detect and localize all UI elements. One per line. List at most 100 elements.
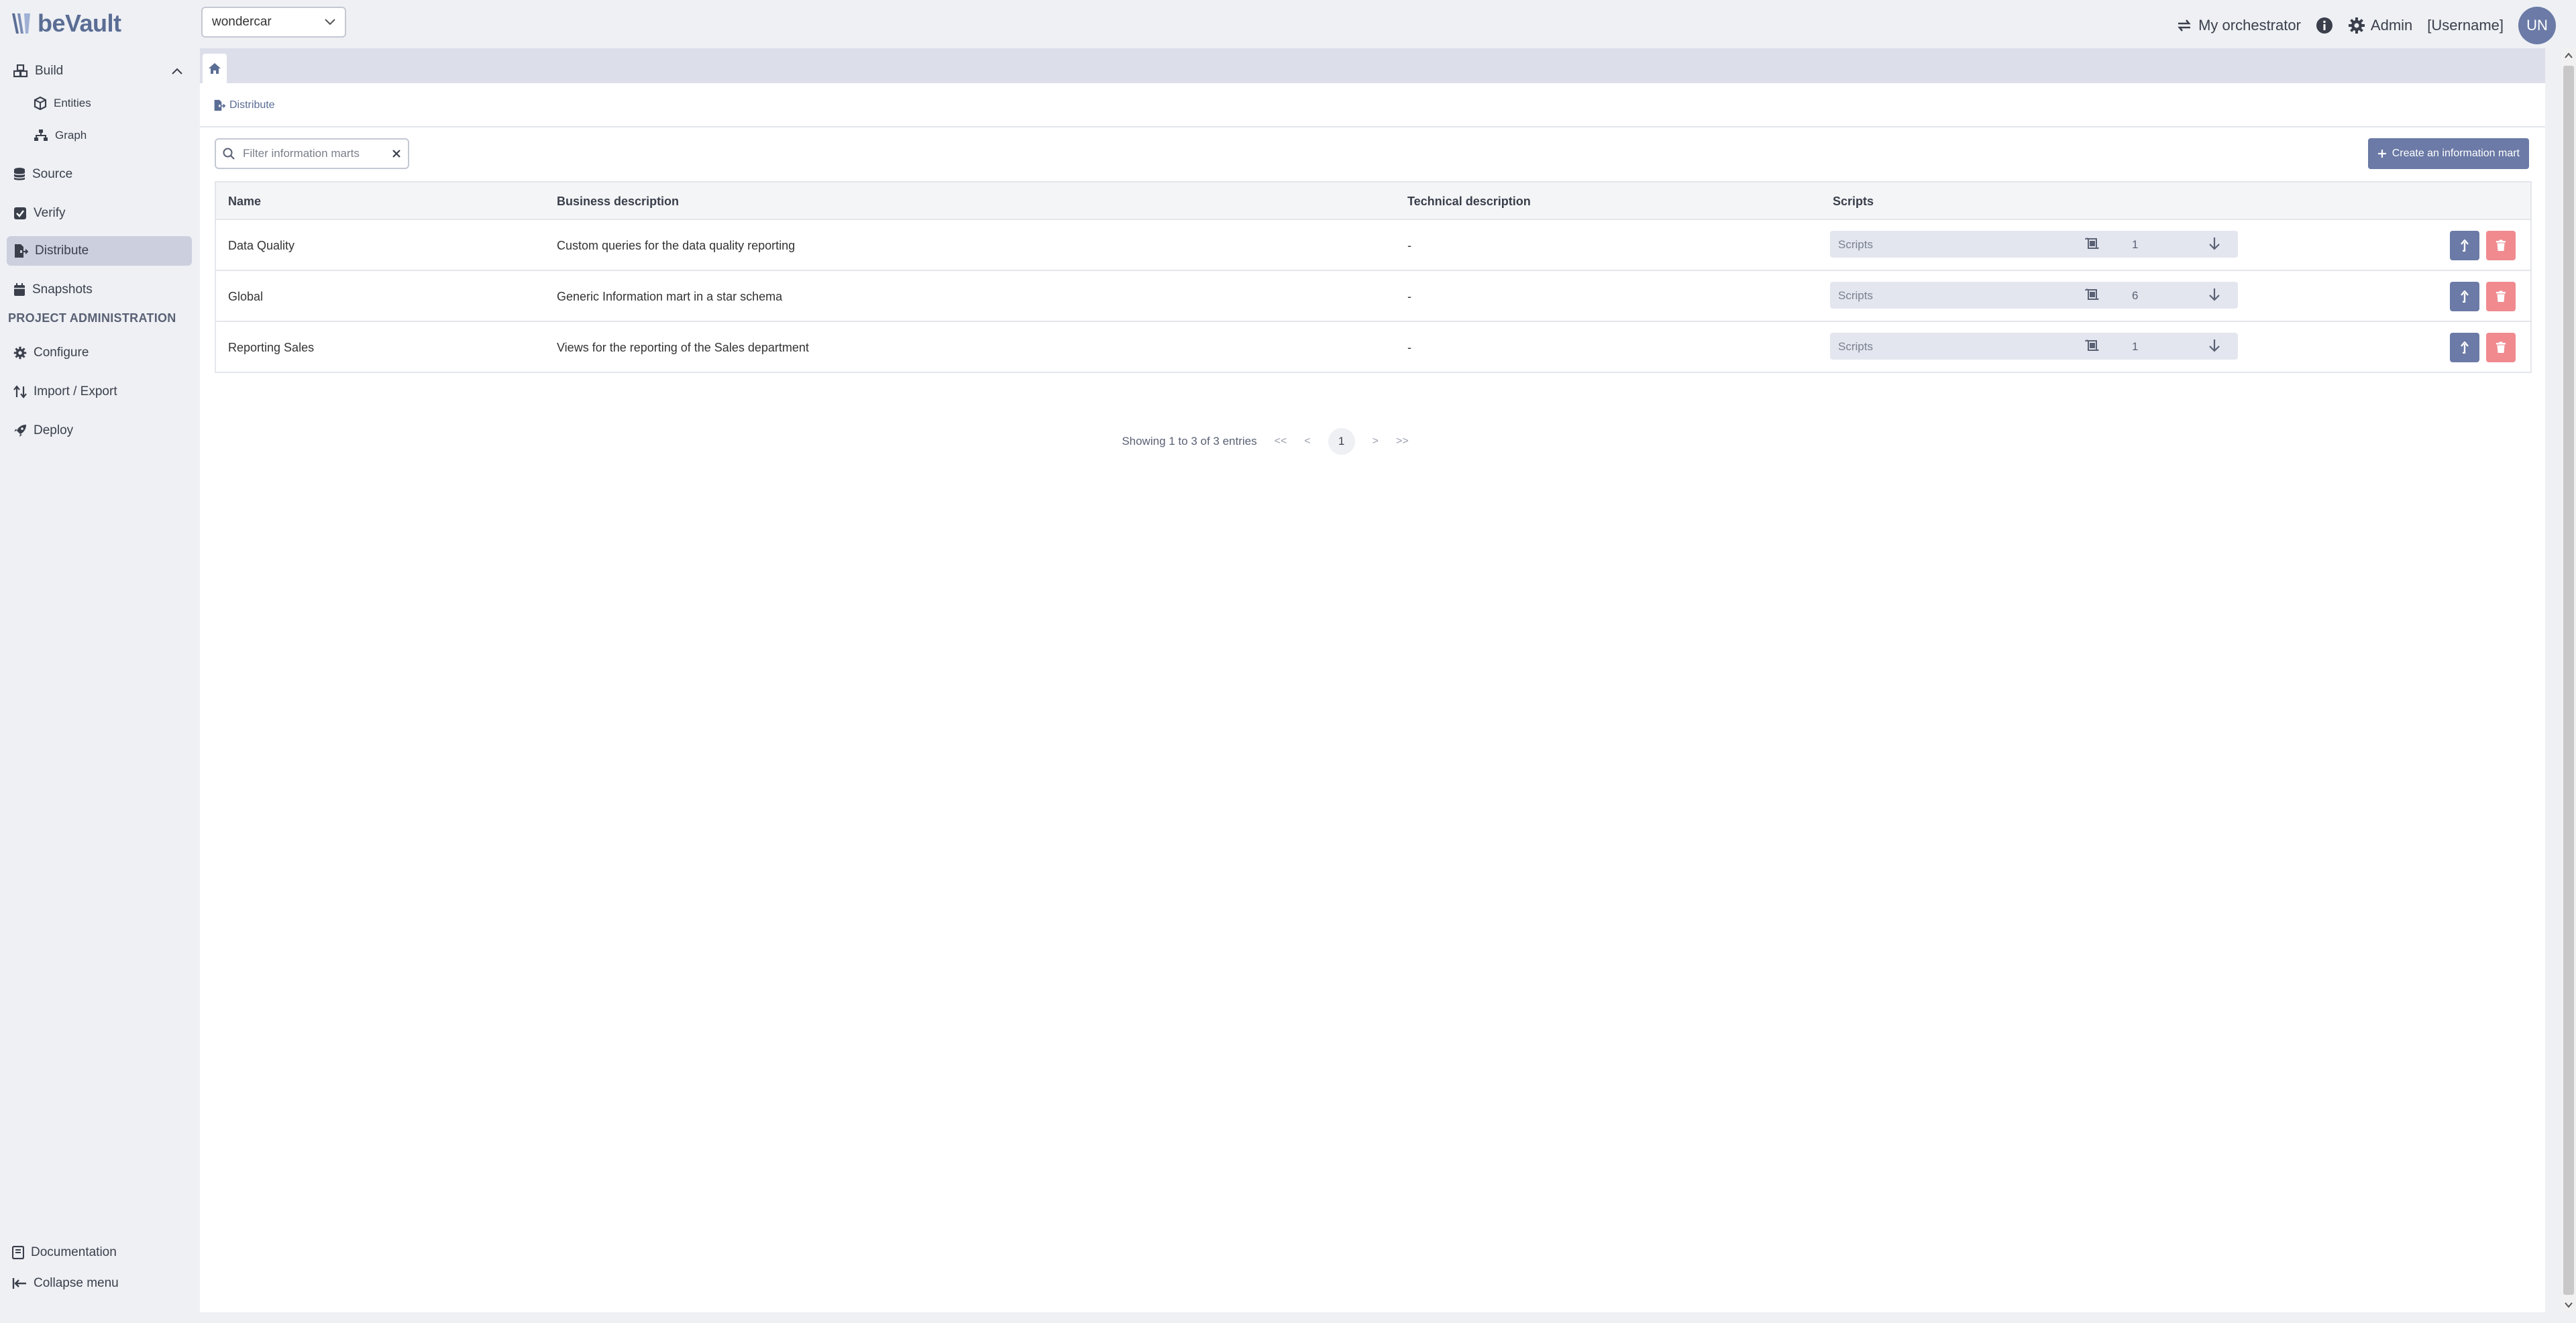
- calendar-icon: [14, 283, 25, 296]
- home-icon: [209, 63, 221, 74]
- download-arrow-icon[interactable]: [2208, 339, 2220, 352]
- sidebar-item-label: Configure: [34, 346, 89, 360]
- deploy-mart-button[interactable]: [2450, 282, 2479, 311]
- header-actions: My orchestrator Admin [Username] UN: [2176, 5, 2556, 46]
- check-square-icon: [14, 207, 26, 219]
- trash-icon: [2496, 240, 2506, 251]
- tab-home[interactable]: [203, 54, 227, 83]
- scrollbar-thumb[interactable]: [2563, 66, 2574, 1295]
- current-page-button[interactable]: 1: [1328, 428, 1355, 455]
- scroll-icon: [2085, 339, 2099, 352]
- sidebar-item-label: Distribute: [35, 244, 89, 258]
- scripts-label: Scripts: [1838, 238, 1873, 251]
- deploy-mart-button[interactable]: [2450, 231, 2479, 260]
- file-export-icon: [214, 99, 225, 111]
- chevron-up-icon[interactable]: [172, 68, 182, 74]
- sidebar-item-label: Entities: [54, 97, 91, 109]
- collapse-left-icon: [12, 1278, 26, 1289]
- sidebar-item-distribute[interactable]: Distribute: [7, 236, 192, 266]
- cell-technical-description: -: [1407, 341, 1411, 354]
- section-heading-project-administration: PROJECT ADMINISTRATION: [8, 311, 176, 325]
- sidebar-item-label: Graph: [55, 129, 87, 142]
- first-page-button[interactable]: <<: [1275, 435, 1287, 447]
- page-scrollbar[interactable]: [2561, 48, 2576, 1312]
- cell-technical-description: -: [1407, 239, 1411, 252]
- trash-icon: [2496, 341, 2506, 353]
- table-row[interactable]: Global Generic Information mart in a sta…: [216, 271, 2530, 322]
- info-icon[interactable]: [2316, 17, 2333, 34]
- project-select[interactable]: wondercar: [201, 7, 346, 38]
- sidebar-item-source[interactable]: Source: [7, 160, 192, 189]
- table-row[interactable]: Reporting Sales Views for the reporting …: [216, 322, 2530, 372]
- sidebar-item-entities[interactable]: Entities: [27, 89, 192, 118]
- delete-mart-button[interactable]: [2486, 282, 2516, 311]
- previous-page-button[interactable]: <: [1304, 435, 1310, 447]
- scroll-up-arrow-icon[interactable]: [2565, 52, 2573, 59]
- project-select-value: wondercar: [212, 15, 272, 29]
- book-icon: [12, 1246, 24, 1259]
- bevault-logo-icon: [12, 13, 30, 34]
- scroll-down-arrow-icon[interactable]: [2565, 1302, 2573, 1308]
- database-icon: [13, 168, 25, 180]
- create-information-mart-button[interactable]: Create an information mart: [2367, 138, 2529, 169]
- admin-label: Admin: [2370, 17, 2413, 34]
- sidebar-item-verify[interactable]: Verify: [7, 199, 192, 228]
- app-logo[interactable]: beVault: [9, 9, 121, 38]
- filter-field: [215, 138, 409, 169]
- filter-input[interactable]: [241, 146, 385, 161]
- sidebar-item-import-export[interactable]: Import / Export: [7, 377, 192, 407]
- column-header-business-description[interactable]: Business description: [557, 195, 679, 209]
- cell-business-description: Generic Information mart in a star schem…: [557, 290, 783, 303]
- admin-link[interactable]: Admin: [2348, 17, 2412, 34]
- documentation-link[interactable]: Documentation: [7, 1245, 117, 1260]
- delete-mart-button[interactable]: [2486, 231, 2516, 260]
- scripts-label: Scripts: [1838, 340, 1873, 353]
- column-header-scripts[interactable]: Scripts: [1833, 195, 1874, 209]
- cell-business-description: Views for the reporting of the Sales dep…: [557, 341, 809, 354]
- sidebar-item-label: Verify: [34, 206, 66, 220]
- avatar[interactable]: UN: [2518, 7, 2556, 44]
- table-row[interactable]: Data Quality Custom queries for the data…: [216, 220, 2530, 271]
- download-arrow-icon[interactable]: [2208, 237, 2220, 250]
- orchestrator-label: My orchestrator: [2198, 17, 2301, 34]
- chevron-down-icon: [325, 19, 335, 25]
- cubes-icon: [13, 64, 28, 78]
- last-page-button[interactable]: >>: [1396, 435, 1409, 447]
- sidebar-item-configure[interactable]: Configure: [7, 338, 192, 368]
- sidebar-item-label: Snapshots: [32, 282, 93, 297]
- download-arrow-icon[interactable]: [2208, 288, 2220, 301]
- scripts-label: Scripts: [1838, 289, 1873, 302]
- deploy-mart-button[interactable]: [2450, 333, 2479, 362]
- sidebar-item-deploy[interactable]: Deploy: [7, 416, 192, 445]
- search-icon: [223, 148, 235, 160]
- column-header-name[interactable]: Name: [228, 195, 261, 209]
- scroll-icon: [2085, 288, 2099, 301]
- orchestrator-link[interactable]: My orchestrator: [2176, 17, 2301, 34]
- sidebar-item-graph[interactable]: Graph: [27, 121, 192, 150]
- collapse-menu-button[interactable]: Collapse menu: [7, 1276, 119, 1291]
- cube-icon: [34, 97, 47, 110]
- pagination-summary: Showing 1 to 3 of 3 entries: [1122, 435, 1257, 447]
- cell-business-description: Custom queries for the data quality repo…: [557, 239, 796, 252]
- next-page-button[interactable]: >: [1373, 435, 1379, 447]
- sidebar-item-snapshots[interactable]: Snapshots: [7, 275, 192, 305]
- username-label[interactable]: [Username]: [2427, 17, 2504, 34]
- sidebar-item-label: Build: [35, 64, 64, 78]
- trash-icon: [2496, 290, 2506, 302]
- scripts-count: 1: [2132, 238, 2139, 251]
- sidebar-item-build[interactable]: Build: [7, 56, 192, 86]
- delete-mart-button[interactable]: [2486, 333, 2516, 362]
- gear-icon: [13, 346, 27, 360]
- scripts-dropdown[interactable]: Scripts 6: [1830, 282, 2238, 309]
- column-header-technical-description[interactable]: Technical description: [1407, 195, 1531, 209]
- close-icon[interactable]: [392, 149, 401, 158]
- scripts-dropdown[interactable]: Scripts 1: [1830, 333, 2238, 360]
- scripts-dropdown[interactable]: Scripts 1: [1830, 231, 2238, 258]
- breadcrumb-item-distribute[interactable]: Distribute: [229, 99, 275, 111]
- tab-bar: [200, 48, 2545, 83]
- create-button-label: Create an information mart: [2392, 148, 2520, 159]
- sidebar-item-label: Import / Export: [34, 384, 117, 399]
- scripts-count: 1: [2132, 340, 2139, 353]
- information-marts-table: Name Business description Technical desc…: [215, 181, 2532, 373]
- cell-name: Global: [228, 290, 264, 303]
